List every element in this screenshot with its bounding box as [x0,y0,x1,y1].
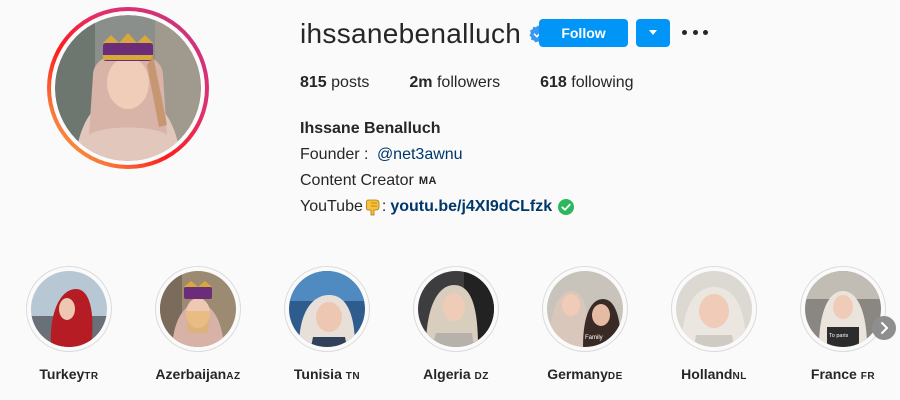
highlight-ring [26,266,112,352]
highlight-label: Algeria DZ [423,366,489,382]
highlight-label: GermanyDE [547,366,623,382]
highlight-tunisia[interactable]: Tunisia TN [283,266,371,382]
highlight-label: AzerbaijanAZ [155,366,241,382]
posts-count: 815 [300,74,327,91]
highlight-turkey[interactable]: TurkeyTR [25,266,113,382]
highlight-ring: Family [542,266,628,352]
more-dot [692,29,698,35]
founder-prefix: Founder : [300,146,373,163]
highlight-germany[interactable]: Family GermanyDE [541,266,629,382]
highlight-cover [676,271,752,347]
highlight-cover [418,271,494,347]
highlight-ring [413,266,499,352]
highlights-next-button[interactable] [872,316,896,340]
profile-avatar [55,15,201,161]
following-label: following [571,74,634,91]
more-dot [703,29,708,35]
highlight-label: Tunisia TN [293,366,361,382]
more-dot [682,29,687,35]
profile-avatar-ring[interactable] [47,7,209,169]
more-options-button[interactable] [682,22,708,42]
highlight-ring: To paris [800,266,886,352]
posts-stat: 815 posts [300,74,369,92]
profile-avatar-frame [51,11,205,165]
youtube-prefix: YouTube [300,198,363,215]
highlight-algeria[interactable]: Algeria DZ [412,266,500,382]
chevron-right-icon [881,322,888,334]
creator-country-flag: MA [418,175,437,187]
posts-label: posts [331,74,370,91]
profile-stats: 815 posts 2m followers 618 following [300,74,674,92]
creator-text: Content Creator [300,172,414,189]
founder-line: Founder : @net3awnu [300,142,574,168]
highlight-cover: To paris [805,271,881,347]
username-row: ihssanebenalluch [300,16,547,52]
profile-username: ihssanebenalluch [300,18,522,49]
highlight-ring [284,266,370,352]
profile-bio: Ihssane Benalluch Founder : @net3awnu Co… [300,116,575,220]
highlight-label: France FR [810,366,876,382]
full-name: Ihssane Benalluch [300,120,441,137]
youtube-link[interactable]: youtu.be/j4XI9dCLfzk [390,195,552,219]
follow-button[interactable]: Follow [539,19,628,47]
highlight-overlay-text: Family [585,335,603,341]
pointing-down-hand-icon [365,199,380,216]
highlight-cover: Family [547,271,623,347]
founder-handle-link[interactable]: @net3awnu [377,143,463,167]
suggested-accounts-dropdown-button[interactable] [636,19,670,47]
followers-label: followers [436,74,501,91]
highlight-ring [155,266,241,352]
check-mark-icon [558,199,575,215]
following-count: 618 [540,74,567,91]
highlight-label: TurkeyTR [39,366,99,382]
highlight-cover [160,271,236,347]
highlight-cover [31,271,107,347]
highlight-label: HollandNL [681,366,747,382]
story-highlights: TurkeyTR AzerbaijanAZ Tunisia TN Algeria… [0,266,900,400]
youtube-line: YouTube : youtu.be/j4XI9dCLfzk [300,194,575,220]
followers-stat[interactable]: 2m followers [409,74,500,92]
following-stat[interactable]: 618 following [540,74,633,92]
highlight-azerbaijan[interactable]: AzerbaijanAZ [154,266,242,382]
highlight-cover [289,271,365,347]
creator-line: Content Creator MA [300,168,574,194]
followers-count: 2m [409,74,433,91]
caret-down-icon [649,30,657,35]
highlight-ring [671,266,757,352]
highlight-holland[interactable]: HollandNL [670,266,758,382]
youtube-colon: : [381,198,387,215]
highlight-overlay-text: To paris [829,333,849,339]
